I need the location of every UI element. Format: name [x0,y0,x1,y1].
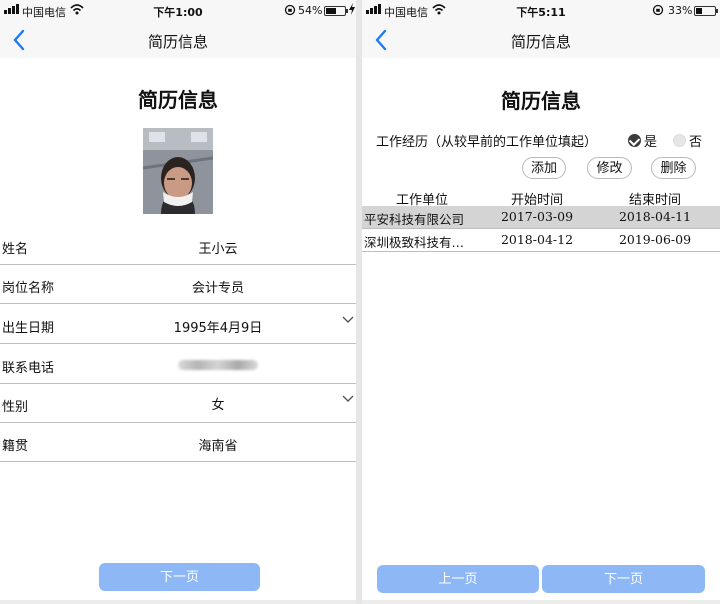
profile-photo[interactable] [143,128,213,214]
next-page-button[interactable]: 下一页 [542,565,705,593]
delete-button[interactable]: 删除 [651,157,696,179]
field-label: 出生日期 [2,321,55,336]
field-label: 姓名 [2,242,29,257]
field-name[interactable]: 姓名 王小云 [0,226,356,265]
nav-title: 简历信息 [147,33,208,51]
page-title: 简历信息 [501,89,581,113]
radio-no[interactable]: 否 [673,131,702,150]
status-time: 下午5:11 [516,6,566,19]
field-position[interactable]: 岗位名称 会计专员 [0,265,356,304]
cell-start: 2017-03-09 [500,209,574,224]
battery-percent: 54% [298,4,323,17]
field-value: 王小云 [198,242,238,257]
nav-bar: 简历信息 [362,22,720,58]
status-bar: 中国电信 下午5:11 33% [362,0,720,22]
next-page-button[interactable]: 下一页 [99,563,260,591]
battery-percent: 33% [668,4,693,17]
screen-basic-info: 中国电信 下午1:00 54% 简历信息 简历信息 姓名 王小云 岗位名称 会计… [0,0,356,604]
status-bar: 中国电信 下午1:00 54% [0,0,356,22]
nav-bar: 简历信息 [0,22,356,58]
charging-icon [349,3,355,15]
add-button[interactable]: 添加 [522,157,566,179]
field-hometown[interactable]: 籍贯 海南省 [0,423,356,462]
field-label: 性别 [2,400,29,415]
check-circle-icon [628,134,641,147]
chevron-down-icon[interactable] [342,394,354,404]
chevron-down-icon[interactable] [342,315,354,325]
screen-work-experience: 中国电信 下午5:11 33% 简历信息 简历信息 工作经历（从较早前的工作单位… [362,0,720,604]
radio-yes[interactable]: 是 [628,131,657,150]
cell-unit: 深圳极致科技有… [364,235,465,250]
page-title: 简历信息 [138,88,218,112]
radio-yes-label: 是 [644,135,658,150]
cell-start: 2018-04-12 [500,232,574,247]
edit-button[interactable]: 修改 [587,157,632,179]
field-value: 1995年4月9日 [173,321,263,336]
field-value: 海南省 [198,439,238,454]
field-value: 会计专员 [191,281,244,296]
orientation-lock-icon [284,4,296,16]
home-bar [0,600,356,604]
cell-end: 2018-04-11 [618,209,692,224]
table-header: 工作单位 开始时间 结束时间 [362,186,720,208]
field-label: 籍贯 [2,439,29,454]
cell-end: 2019-06-09 [618,232,692,247]
prev-page-button[interactable]: 上一页 [377,565,539,593]
battery-icon [694,6,718,16]
field-value: 女 [211,398,225,413]
empty-circle-icon [673,134,686,147]
table-row[interactable]: 深圳极致科技有… 2018-04-12 2019-06-09 [362,229,720,251]
nav-title: 简历信息 [510,33,571,51]
row-divider [362,251,720,252]
field-phone[interactable]: 联系电话 [0,345,356,384]
battery-icon [324,6,348,16]
redacted-phone [178,359,258,370]
field-label: 岗位名称 [2,281,55,296]
work-experience-label: 工作经历（从较早前的工作单位填起） [376,135,598,150]
field-gender[interactable]: 性别 女 [0,384,356,423]
table-row[interactable]: 平安科技有限公司 2017-03-09 2018-04-11 [362,206,720,228]
cell-unit: 平安科技有限公司 [364,212,465,227]
radio-no-label: 否 [689,135,703,150]
field-label: 联系电话 [2,361,55,376]
orientation-lock-icon [652,4,664,16]
field-birthdate[interactable]: 出生日期 1995年4月9日 [0,305,356,344]
home-bar [362,600,720,604]
